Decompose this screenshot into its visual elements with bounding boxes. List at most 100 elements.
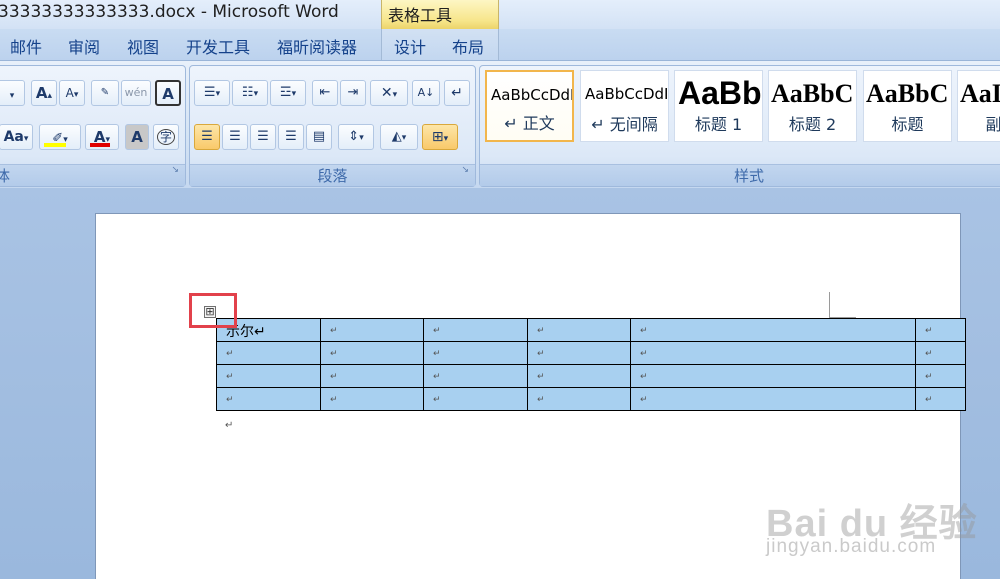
style-card[interactable]: AaBb 标题 1	[674, 70, 763, 142]
cell-text: ↵	[433, 349, 441, 359]
numbering-button[interactable]: ☷▾	[232, 80, 268, 106]
change-case-button[interactable]: Aa▾	[0, 124, 33, 150]
cell-text: ↵	[925, 349, 933, 359]
multilevel-list-button[interactable]: ☲▾	[270, 80, 306, 106]
style-card[interactable]: AaBbC 标题	[863, 70, 952, 142]
justify-button[interactable]: ☰	[278, 124, 304, 150]
table-cell[interactable]: ↵	[423, 341, 528, 365]
cell-text: ↵	[640, 395, 648, 405]
style-card[interactable]: AaI 副标	[957, 70, 1000, 142]
table-cell[interactable]: ↵	[320, 387, 424, 411]
line-spacing-button[interactable]: ⇕▾	[338, 124, 374, 150]
style-card[interactable]: AaBbCcDdI ↵ 正文	[485, 70, 574, 142]
table-cell[interactable]: ↵	[915, 341, 966, 365]
table-cell[interactable]: ↵	[630, 387, 916, 411]
borders-button[interactable]: ⊞▾	[422, 124, 458, 150]
tab-mailings[interactable]: 邮件	[10, 34, 42, 58]
align-left-icon: ☰	[201, 129, 213, 144]
table-cell[interactable]: ↵	[527, 387, 631, 411]
style-name: 标题 1	[694, 115, 743, 134]
chinese-layout-button[interactable]: ✕▾	[370, 80, 408, 106]
tab-design[interactable]: 设计	[394, 34, 426, 58]
table-row: ↵ ↵ ↵ ↵ ↵ ↵	[216, 341, 966, 365]
style-preview: AaBbC	[771, 79, 854, 108]
table-tools-header: 表格工具	[381, 0, 499, 29]
text-highlight-button[interactable]: ✐▾	[39, 124, 81, 150]
paragraph-mark: ↵	[225, 420, 234, 431]
table-cell[interactable]: ↵	[216, 364, 321, 388]
table-cell[interactable]: ↵	[630, 364, 916, 388]
sort-button[interactable]: A↓	[412, 80, 440, 106]
tab-developer[interactable]: 开发工具	[186, 34, 250, 58]
watermark-url: jingyan.baidu.com	[766, 536, 937, 557]
style-card[interactable]: AaBbCcDdI ↵ 无间隔	[580, 70, 669, 142]
table-cell[interactable]: ↵	[915, 364, 966, 388]
window-title: 33333333333333.docx - Microsoft Word	[0, 2, 339, 22]
multilevel-list-icon: ☲	[279, 85, 292, 100]
enclose-characters-button[interactable]: 字	[153, 124, 179, 150]
align-left-button[interactable]: ☰	[194, 124, 220, 150]
table-cell[interactable]: ↵	[915, 318, 966, 342]
cell-text: ↵	[925, 326, 933, 336]
table-cell[interactable]: ↵	[423, 364, 528, 388]
table-tools-label: 表格工具	[388, 6, 453, 25]
justify-icon: ☰	[285, 129, 297, 144]
table-cell[interactable]: ↵	[320, 318, 424, 342]
character-shading-button[interactable]: A	[125, 124, 149, 150]
cell-text: ↵	[330, 326, 338, 336]
shrink-font-button[interactable]: A▾	[59, 80, 85, 106]
dialog-launcher-icon[interactable]: ↘	[461, 159, 469, 181]
style-preview: AaBbC	[866, 79, 949, 108]
table-tools-tabs: 设计 布局	[381, 29, 499, 60]
cell-text: ↵	[925, 395, 933, 405]
document-table[interactable]: 示尔↵ ↵ ↵ ↵ ↵ ↵ ↵ ↵ ↵ ↵ ↵ ↵ ↵ ↵ ↵ ↵ ↵ ↵ ↵ ↵ ↵ ↵ ↵ ↵	[216, 318, 966, 411]
table-cell[interactable]: ↵	[423, 318, 528, 342]
decrease-indent-icon: ⇤	[319, 85, 331, 100]
character-border-button[interactable]: A	[155, 80, 181, 106]
phonetic-guide-button[interactable]: wén	[121, 80, 151, 106]
font-size-dropdown[interactable]: ▾	[0, 80, 25, 106]
decrease-indent-button[interactable]: ⇤	[312, 80, 338, 106]
tab-review[interactable]: 审阅	[68, 34, 100, 58]
dialog-launcher-icon[interactable]: ↘	[171, 159, 179, 181]
table-cell[interactable]: ↵	[915, 387, 966, 411]
table-cell[interactable]: ↵	[527, 318, 631, 342]
table-row: ↵ ↵ ↵ ↵ ↵ ↵	[216, 387, 966, 411]
table-cell[interactable]: ↵	[320, 364, 424, 388]
shading-button[interactable]: ◭▾	[380, 124, 418, 150]
style-name: 标题	[891, 115, 924, 134]
table-cell[interactable]: ↵	[423, 387, 528, 411]
distributed-button[interactable]: ▤	[306, 124, 332, 150]
increase-indent-button[interactable]: ⇥	[340, 80, 366, 106]
tab-view[interactable]: 视图	[127, 34, 159, 58]
align-right-button[interactable]: ☰	[250, 124, 276, 150]
paint-bucket-icon: ◭	[391, 129, 402, 144]
style-card[interactable]: AaBbC 标题 2	[768, 70, 857, 142]
font-group-label: 体 ↘	[0, 164, 185, 186]
table-cell[interactable]: ↵	[216, 341, 321, 365]
highlight-color-bar	[44, 143, 66, 147]
table-cell[interactable]: ↵	[527, 341, 631, 365]
cell-text: ↵	[226, 395, 234, 405]
bullets-button[interactable]: ☰▾	[194, 80, 230, 106]
style-name: ↵ 无间隔	[591, 115, 658, 134]
cell-text: ↵	[640, 326, 648, 336]
tab-layout[interactable]: 布局	[452, 34, 484, 58]
table-cell[interactable]: ↵	[320, 341, 424, 365]
table-cell[interactable]: ↵	[216, 387, 321, 411]
show-hide-marks-button[interactable]: ↵	[444, 80, 470, 106]
cell-text: ↵	[330, 349, 338, 359]
grow-font-button[interactable]: A▴	[31, 80, 57, 106]
baidu-jingyan-watermark: Bai du 经验 jingyan.baidu.com	[766, 470, 986, 570]
align-center-button[interactable]: ☰	[222, 124, 248, 150]
table-cell[interactable]: ↵	[527, 364, 631, 388]
tab-foxit-reader[interactable]: 福昕阅读器	[277, 34, 357, 58]
table-cell[interactable]: ↵	[630, 318, 916, 342]
font-color-button[interactable]: A▾	[85, 124, 119, 150]
title-bar: 33333333333333.docx - Microsoft Word	[0, 0, 1000, 29]
style-name: ↵ 正文	[504, 114, 555, 133]
clear-formatting-button[interactable]: ✎	[91, 80, 119, 106]
cell-text: ↵	[537, 349, 545, 359]
table-cell[interactable]: ↵	[630, 341, 916, 365]
cell-text: ↵	[925, 372, 933, 382]
